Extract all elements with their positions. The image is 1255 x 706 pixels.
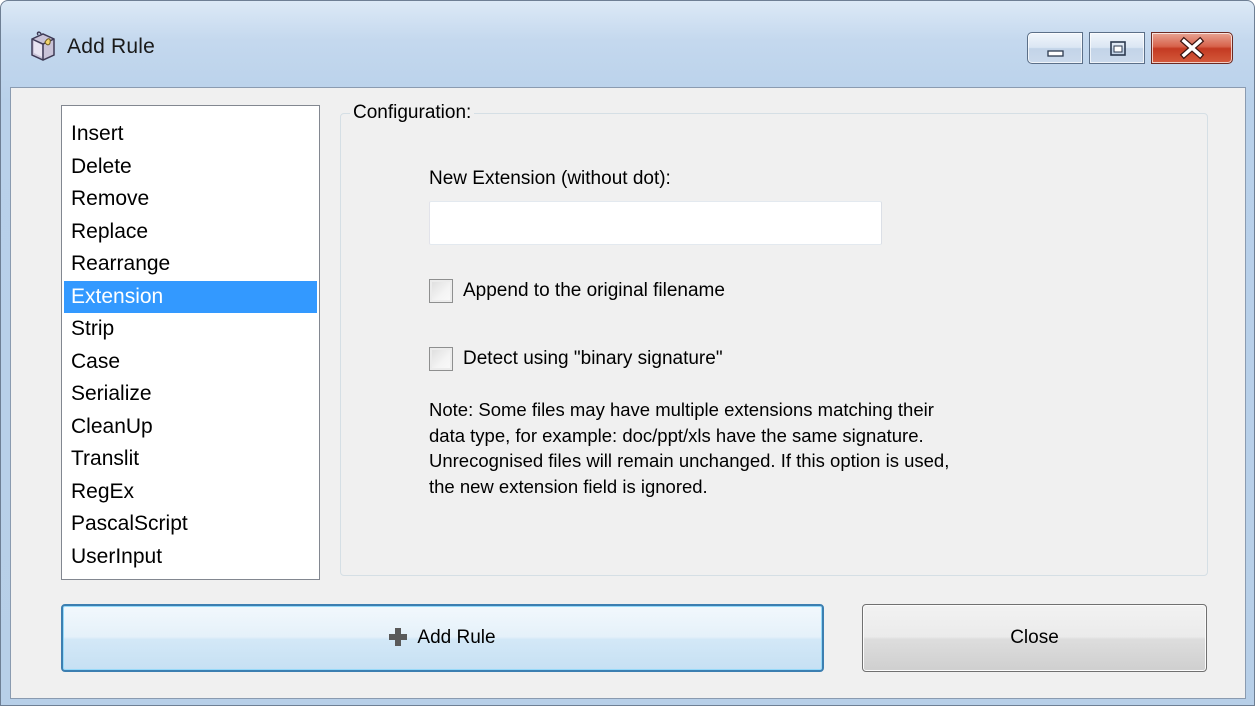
maximize-button[interactable] [1089, 32, 1145, 64]
dialog-body: Insert Delete Remove Replace Rearrange Extens… [10, 87, 1246, 699]
rule-item-strip[interactable]: Strip [64, 313, 317, 346]
title-bar[interactable]: Add Rule [1, 1, 1254, 87]
minimize-icon [1047, 50, 1064, 57]
detect-label[interactable]: Detect using "binary signature" [463, 346, 723, 372]
note-line: Note: Some files may have multiple exten… [429, 399, 934, 420]
append-checkbox[interactable] [429, 279, 453, 303]
rule-type-list[interactable]: Insert Delete Remove Replace Rearrange Extens… [61, 105, 320, 580]
append-label[interactable]: Append to the original filename [463, 278, 725, 304]
window-close-button[interactable] [1151, 32, 1233, 64]
rule-item-pascalscript[interactable]: PascalScript [64, 508, 317, 541]
configuration-legend: Configuration: [350, 102, 475, 124]
close-button[interactable]: Close [862, 604, 1207, 672]
rule-item-userinput[interactable]: UserInput [64, 541, 317, 574]
rule-item-serialize[interactable]: Serialize [64, 378, 317, 411]
rule-item-cleanup[interactable]: CleanUp [64, 411, 317, 444]
note-text: Note: Some files may have multiple exten… [429, 397, 1129, 499]
rule-item-case[interactable]: Case [64, 346, 317, 379]
minimize-button[interactable] [1027, 32, 1083, 64]
note-line: the new extension field is ignored. [429, 475, 708, 497]
new-extension-label: New Extension (without dot): [429, 168, 671, 189]
detect-checkbox[interactable] [429, 347, 453, 371]
plus-icon [389, 627, 408, 646]
rule-item-remove[interactable]: Remove [64, 183, 317, 216]
rule-item-insert[interactable]: Insert [64, 118, 317, 151]
window-title: Add Rule [67, 35, 155, 58]
note-line: data type, for example: doc/ppt/xls have… [429, 424, 924, 446]
close-label: Close [1010, 627, 1059, 648]
rule-box-icon [29, 31, 57, 61]
add-rule-button[interactable]: Add Rule [61, 604, 824, 672]
rule-item-rearrange[interactable]: Rearrange [64, 248, 317, 281]
rule-item-translit[interactable]: Translit [64, 443, 317, 476]
note-line: Unrecognised files will remain unchanged… [429, 450, 950, 471]
maximize-icon [1110, 41, 1126, 56]
new-extension-input[interactable] [429, 201, 882, 245]
add-rule-label: Add Rule [417, 627, 496, 648]
close-icon [1179, 36, 1205, 60]
rule-item-delete[interactable]: Delete [64, 151, 317, 184]
rule-item-replace[interactable]: Replace [64, 216, 317, 249]
rule-item-regex[interactable]: RegEx [64, 476, 317, 509]
rule-item-extension[interactable]: Extension [64, 280, 317, 313]
add-rule-window: Add Rule Insert Delete Remove Replace Rearra… [0, 0, 1255, 706]
